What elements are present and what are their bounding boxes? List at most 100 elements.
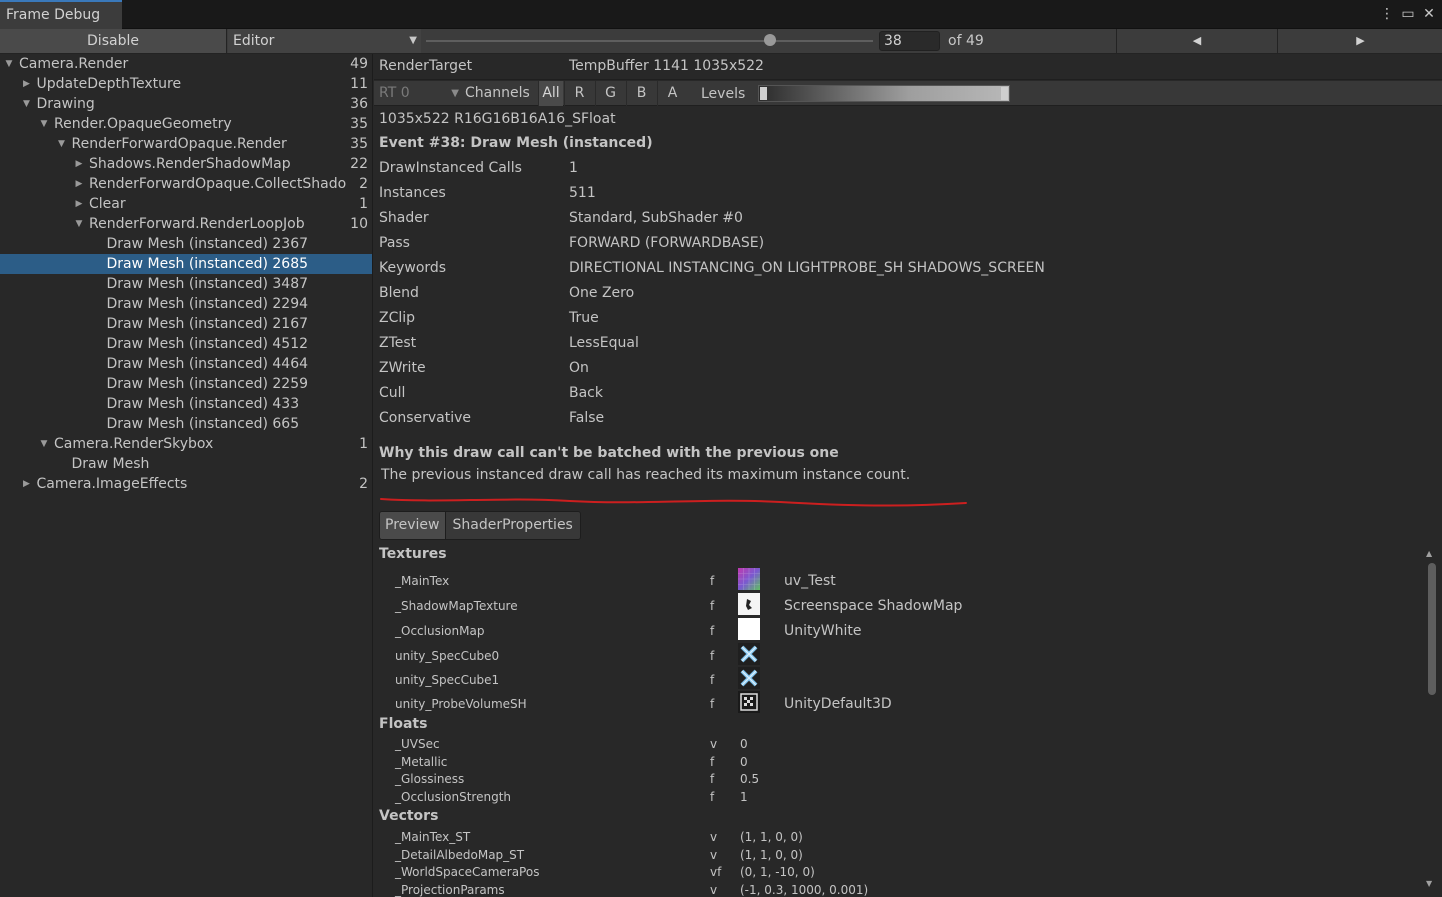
tree-item-label: Draw Mesh bbox=[71, 456, 150, 472]
tree-item-label: Draw Mesh (instanced) 4512 bbox=[106, 336, 309, 352]
tree-item[interactable]: ▼ RenderForwardOpaque.Render 35 bbox=[0, 134, 372, 154]
channels-row: RT 0 ▼ Channels All R G B A Levels bbox=[374, 81, 1442, 106]
tree-item[interactable]: ▼ Camera.RenderSkybox 1 bbox=[0, 434, 372, 454]
levels-slider[interactable] bbox=[758, 85, 1010, 102]
tree-item[interactable]: Draw Mesh bbox=[0, 454, 372, 474]
tree-item[interactable]: ▶ Camera.ImageEffects 2 bbox=[0, 474, 372, 494]
fold-expanded-icon[interactable]: ▼ bbox=[73, 214, 85, 234]
tab-preview[interactable]: Preview bbox=[380, 512, 445, 539]
float-row: _OcclusionStrength f 1 bbox=[374, 790, 1414, 808]
tree-item[interactable]: Draw Mesh (instanced) 2685 bbox=[0, 254, 372, 274]
white-thumbnail[interactable] bbox=[738, 618, 760, 640]
chevron-down-icon: ▼ bbox=[409, 35, 417, 46]
tree-item[interactable]: Draw Mesh (instanced) 4512 bbox=[0, 334, 372, 354]
vectors-title: Vectors bbox=[379, 808, 439, 824]
scrollbar[interactable]: ▲ ▼ bbox=[1425, 549, 1439, 889]
channel-r-button[interactable]: R bbox=[564, 81, 594, 106]
uv-gradient-thumbnail[interactable] bbox=[738, 568, 760, 590]
next-event-button[interactable]: ▶ bbox=[1279, 29, 1442, 53]
frame-index-input[interactable]: 38 bbox=[879, 31, 940, 51]
tree-item-label: Shadows.RenderShadowMap bbox=[89, 156, 291, 172]
target-dropdown-value: Editor bbox=[233, 33, 275, 49]
tree-item[interactable]: Draw Mesh (instanced) 2259 bbox=[0, 374, 372, 394]
channel-all-button[interactable]: All bbox=[538, 81, 563, 106]
frame-total-label: of 49 bbox=[948, 33, 984, 49]
tree-item-count: 11 bbox=[350, 76, 368, 92]
vector-value: (-1, 0.3, 1000, 0.001) bbox=[740, 882, 869, 897]
tree-item[interactable]: Draw Mesh (instanced) 4464 bbox=[0, 354, 372, 374]
tree-item[interactable]: Draw Mesh (instanced) 2167 bbox=[0, 314, 372, 334]
disable-button[interactable]: Disable bbox=[0, 29, 227, 53]
close-icon[interactable]: ✕ bbox=[1422, 6, 1436, 22]
tree-item[interactable]: ▼ RenderForward.RenderLoopJob 10 bbox=[0, 214, 372, 234]
window-tab-frame-debug[interactable]: Frame Debug bbox=[0, 0, 122, 29]
tree-item-label: Camera.RenderSkybox bbox=[54, 436, 214, 452]
scroll-thumb[interactable] bbox=[1428, 563, 1436, 695]
texture-name: _OcclusionMap bbox=[395, 624, 485, 638]
property-value: One Zero bbox=[569, 285, 635, 301]
tree-item[interactable]: ▼ Drawing 36 bbox=[0, 94, 372, 114]
tree-item-label: Clear bbox=[89, 196, 126, 212]
scroll-up-icon[interactable]: ▲ bbox=[1426, 549, 1432, 558]
tree-item[interactable]: ▶ UpdateDepthTexture 11 bbox=[0, 74, 372, 94]
rt-dropdown[interactable]: RT 0 ▼ bbox=[379, 84, 459, 103]
channel-g-button[interactable]: G bbox=[595, 81, 625, 106]
texture-type: f bbox=[710, 574, 715, 588]
scroll-down-icon[interactable]: ▼ bbox=[1426, 879, 1432, 888]
tree-item[interactable]: ▼ Camera.Render 49 bbox=[0, 54, 372, 74]
fold-expanded-icon[interactable]: ▼ bbox=[38, 434, 50, 454]
tree-item[interactable]: Draw Mesh (instanced) 2367 bbox=[0, 234, 372, 254]
tree-item[interactable]: Draw Mesh (instanced) 2294 bbox=[0, 294, 372, 314]
vector-row: _WorldSpaceCameraPos vf (0, 1, -10, 0) bbox=[374, 865, 1414, 883]
cubemap-thumbnail[interactable] bbox=[738, 643, 760, 665]
fold-collapsed-icon[interactable]: ▶ bbox=[73, 154, 85, 174]
fold-collapsed-icon[interactable]: ▶ bbox=[73, 174, 85, 194]
texture-type: f bbox=[710, 697, 715, 711]
property-key: ZClip bbox=[379, 310, 416, 326]
chevron-down-icon: ▼ bbox=[451, 88, 459, 99]
property-value: On bbox=[569, 360, 589, 376]
float-type: v bbox=[710, 737, 718, 751]
channel-b-button[interactable]: B bbox=[626, 81, 656, 106]
tree-item[interactable]: ▶ Clear 1 bbox=[0, 194, 372, 214]
tree-item[interactable]: Draw Mesh (instanced) 3487 bbox=[0, 274, 372, 294]
tree-item[interactable]: ▶ RenderForwardOpaque.CollectShado 2 bbox=[0, 174, 372, 194]
tab-shader-properties[interactable]: ShaderProperties bbox=[444, 512, 580, 539]
fold-expanded-icon[interactable]: ▼ bbox=[38, 114, 50, 134]
fold-expanded-icon[interactable]: ▼ bbox=[56, 134, 68, 154]
target-dropdown[interactable]: Editor ▼ bbox=[228, 29, 421, 53]
texture-value: uv_Test bbox=[784, 573, 836, 589]
more-options-icon[interactable]: ⋮ bbox=[1380, 6, 1394, 22]
fold-expanded-icon[interactable]: ▼ bbox=[21, 94, 33, 114]
tree-item-count: 35 bbox=[350, 136, 368, 152]
previous-event-button[interactable]: ◀ bbox=[1116, 29, 1278, 53]
fold-collapsed-icon[interactable]: ▶ bbox=[21, 74, 33, 94]
fold-collapsed-icon[interactable]: ▶ bbox=[21, 474, 33, 494]
frame-slider-track[interactable] bbox=[426, 40, 873, 42]
tree-item[interactable]: ▶ Shadows.RenderShadowMap 22 bbox=[0, 154, 372, 174]
property-key: Keywords bbox=[379, 260, 447, 276]
tree-item[interactable]: Draw Mesh (instanced) 665 bbox=[0, 414, 372, 434]
channels-label: Channels bbox=[465, 85, 530, 101]
cubemap-thumbnail[interactable] bbox=[738, 667, 760, 689]
float-row: _UVSec v 0 bbox=[374, 737, 1414, 755]
tree-item-count: 36 bbox=[350, 96, 368, 112]
render-target-row: RenderTarget TempBuffer 1141 1035x522 bbox=[374, 56, 1442, 80]
texture-row: _OcclusionMap f UnityWhite bbox=[374, 618, 1414, 642]
tree-item[interactable]: Draw Mesh (instanced) 433 bbox=[0, 394, 372, 414]
channel-a-button[interactable]: A bbox=[657, 81, 687, 106]
fold-expanded-icon[interactable]: ▼ bbox=[3, 54, 15, 74]
tree-item[interactable]: ▼ Render.OpaqueGeometry 35 bbox=[0, 114, 372, 134]
tree-item-label: Render.OpaqueGeometry bbox=[54, 116, 232, 132]
3d-texture-thumbnail[interactable] bbox=[738, 691, 760, 713]
vector-type: v bbox=[710, 847, 718, 862]
shadowmap-thumbnail[interactable] bbox=[738, 593, 760, 615]
float-type: f bbox=[710, 754, 715, 769]
previous-arrow-icon: ◀ bbox=[1192, 34, 1202, 47]
maximize-icon[interactable]: ▭ bbox=[1401, 6, 1415, 22]
property-value: FORWARD (FORWARDBASE) bbox=[569, 235, 765, 251]
batch-heading: Why this draw call can't be batched with… bbox=[379, 445, 839, 461]
vector-row: _DetailAlbedoMap_ST v (1, 1, 0, 0) bbox=[374, 848, 1414, 866]
texture-row: unity_ProbeVolumeSH f UnityDefault3D bbox=[374, 691, 1414, 715]
fold-collapsed-icon[interactable]: ▶ bbox=[73, 194, 85, 214]
